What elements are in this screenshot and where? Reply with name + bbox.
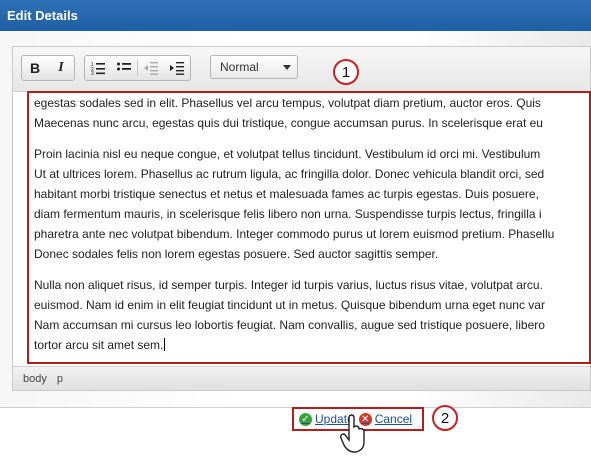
text-caret — [164, 338, 166, 351]
bullet-list-button[interactable] — [111, 57, 137, 79]
hand-pointer-icon — [340, 414, 366, 459]
numbered-list-button[interactable]: 1 2 3 — [85, 57, 111, 79]
bold-button[interactable]: B — [22, 57, 48, 79]
format-select[interactable]: Normal — [210, 55, 298, 79]
editor-content-area[interactable]: egestas sodales sed in elit. Phasellus v… — [26, 93, 591, 366]
dialog-titlebar: Edit Details — [0, 0, 591, 31]
indent-button[interactable] — [164, 57, 190, 79]
path-p[interactable]: p — [57, 373, 63, 385]
cancel-button[interactable]: ✕ Cancel — [358, 412, 413, 426]
text-style-group: B I — [21, 55, 75, 81]
outdent-button[interactable] — [138, 57, 164, 79]
numbered-list-icon: 1 2 3 — [91, 62, 105, 75]
bullet-list-icon — [117, 62, 131, 71]
chevron-down-icon — [283, 65, 291, 70]
italic-button[interactable]: I — [48, 57, 74, 79]
paragraph-2: Proin lacinia nisl eu neque congue, et v… — [34, 147, 555, 261]
cancel-label: Cancel — [374, 412, 413, 426]
paragraph-3: Nulla non aliquet risus, id semper turpi… — [34, 278, 545, 352]
callout-2: 2 — [432, 405, 458, 431]
path-body[interactable]: body — [23, 373, 47, 385]
list-group: 1 2 3 — [84, 55, 191, 81]
svg-text:3: 3 — [91, 71, 94, 75]
outdent-icon — [144, 62, 158, 75]
callout-1: 1 — [333, 59, 359, 85]
paragraph-1: egestas sodales sed in elit. Phasellus v… — [34, 96, 543, 130]
check-icon: ✓ — [299, 412, 312, 426]
indent-icon — [170, 62, 184, 75]
rich-text-editor[interactable]: B I 1 2 3 Normal egestas sodales sed in … — [12, 46, 591, 391]
editor-statusbar: body p — [13, 366, 590, 390]
dialog-title: Edit Details — [7, 8, 78, 23]
editor-toolbar: B I 1 2 3 Normal — [13, 47, 590, 92]
format-select-value: Normal — [220, 60, 259, 74]
